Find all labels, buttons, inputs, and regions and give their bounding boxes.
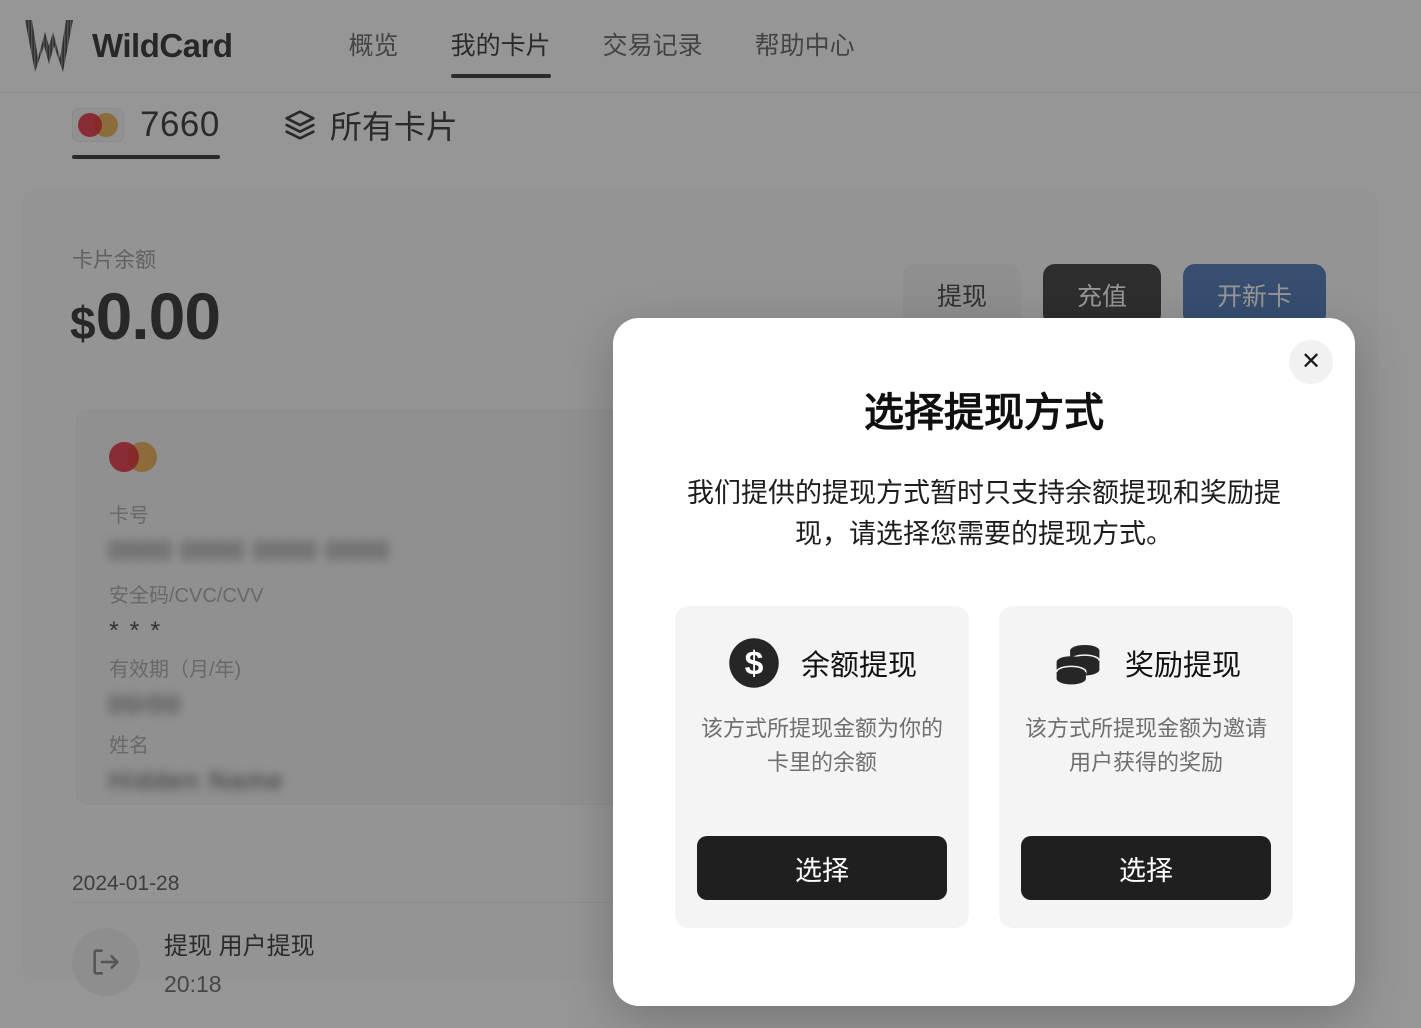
app-root: WildCard 概览 我的卡片 交易记录 帮助中心 7660 [0,0,1421,1028]
option-balance-withdrawal[interactable]: $ 余额提现 该方式所提现金额为你的卡里的余额 选择 [675,606,969,929]
option-header: $ 余额提现 [727,636,917,690]
withdraw-method-modal: ✕ 选择提现方式 我们提供的提现方式暂时只支持余额提现和奖励提现，请选择您需要的… [613,318,1355,1006]
coins-stack-icon [1055,645,1101,685]
select-balance-button[interactable]: 选择 [697,836,947,901]
option-description: 该方式所提现金额为邀请用户获得的奖励 [1024,716,1267,776]
option-reward-withdrawal[interactable]: 奖励提现 该方式所提现金额为邀请用户获得的奖励 选择 [999,606,1293,929]
option-header: 奖励提现 [1051,636,1241,690]
option-title: 余额提现 [800,650,917,682]
modal-description: 我们提供的提现方式暂时只支持余额提现和奖励提现，请选择您需要的提现方式。 [687,478,1281,549]
svg-text:$: $ [745,644,764,682]
close-icon[interactable]: ✕ [1289,340,1333,384]
select-reward-button[interactable]: 选择 [1021,836,1271,901]
option-description: 该方式所提现金额为你的卡里的余额 [700,716,943,776]
option-title: 奖励提现 [1124,650,1241,682]
withdraw-options: $ 余额提现 该方式所提现金额为你的卡里的余额 选择 奖励提现 该方式所提现金额… [675,606,1293,929]
dollar-circle-icon: $ [729,638,779,688]
modal-title: 选择提现方式 [864,391,1104,435]
